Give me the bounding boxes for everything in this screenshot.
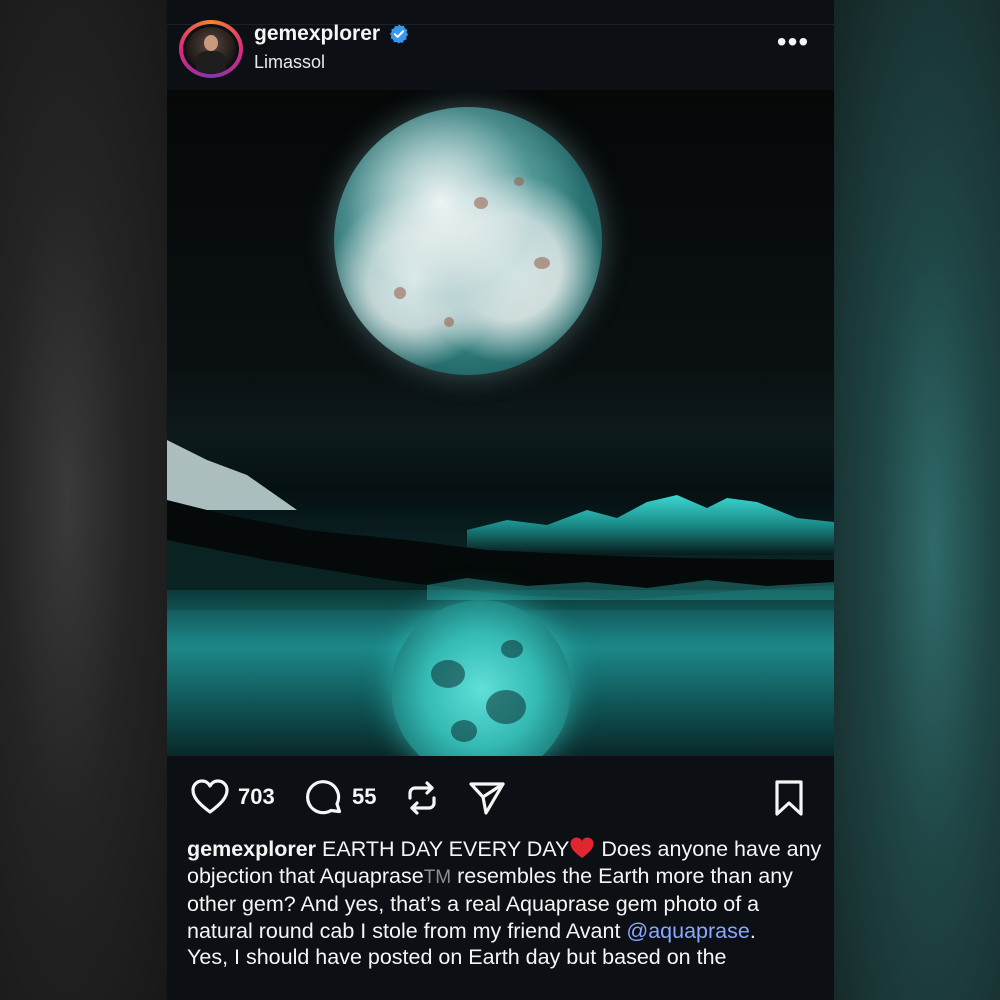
reflection-spot — [451, 720, 477, 742]
post-caption: gemexplorer EARTH DAY EVERY DAY Does any… — [187, 836, 822, 971]
gem-spot — [474, 197, 488, 209]
send-icon[interactable] — [467, 778, 507, 818]
background-right-blur — [834, 0, 1000, 1000]
reflection-spot — [501, 640, 523, 658]
username-text[interactable]: gemexplorer — [254, 22, 380, 45]
caption-username[interactable]: gemexplorer — [187, 837, 316, 861]
trademark-mark: TM — [423, 866, 452, 888]
avatar-frame — [183, 24, 239, 74]
comment-count[interactable]: 55 — [352, 784, 376, 810]
aquaprase-gem-sphere — [334, 107, 602, 375]
avatar[interactable] — [179, 20, 243, 78]
action-bar: 703 55 — [167, 760, 834, 832]
gem-spot — [514, 177, 524, 186]
like-count[interactable]: 703 — [238, 784, 275, 810]
gem-spot — [444, 317, 454, 327]
avatar-photo — [186, 27, 236, 73]
repost-icon[interactable] — [404, 778, 440, 818]
heart-icon[interactable] — [190, 778, 230, 816]
post-header: gemexplorer Limassol ••• — [167, 20, 834, 90]
avatar-body — [196, 51, 226, 73]
red-heart-emoji — [570, 837, 594, 858]
background-left-blur — [0, 0, 167, 1000]
caption-line-2: Yes, I should have posted on Earth day b… — [187, 945, 727, 969]
gem-spot — [534, 257, 550, 269]
verified-badge-icon — [389, 24, 409, 45]
location[interactable]: Limassol — [254, 52, 325, 73]
reflection-spot — [431, 660, 465, 688]
comment-bubble-icon[interactable] — [304, 778, 344, 818]
reflection-spot — [486, 690, 526, 724]
username[interactable]: gemexplorer — [254, 22, 410, 46]
mention-link[interactable]: @aquaprase — [626, 919, 749, 943]
mountain-landscape — [167, 440, 834, 610]
caption-text-1: EARTH DAY EVERY DAY — [316, 837, 570, 861]
avatar-face — [204, 35, 218, 51]
more-options-icon[interactable]: ••• — [773, 28, 813, 56]
post-panel: gemexplorer Limassol ••• 703 55 gemexplo… — [167, 0, 834, 1000]
post-image[interactable] — [167, 90, 834, 756]
gem-spot — [394, 287, 406, 299]
caption-text-4: . — [749, 918, 756, 943]
bookmark-icon[interactable] — [772, 778, 806, 818]
